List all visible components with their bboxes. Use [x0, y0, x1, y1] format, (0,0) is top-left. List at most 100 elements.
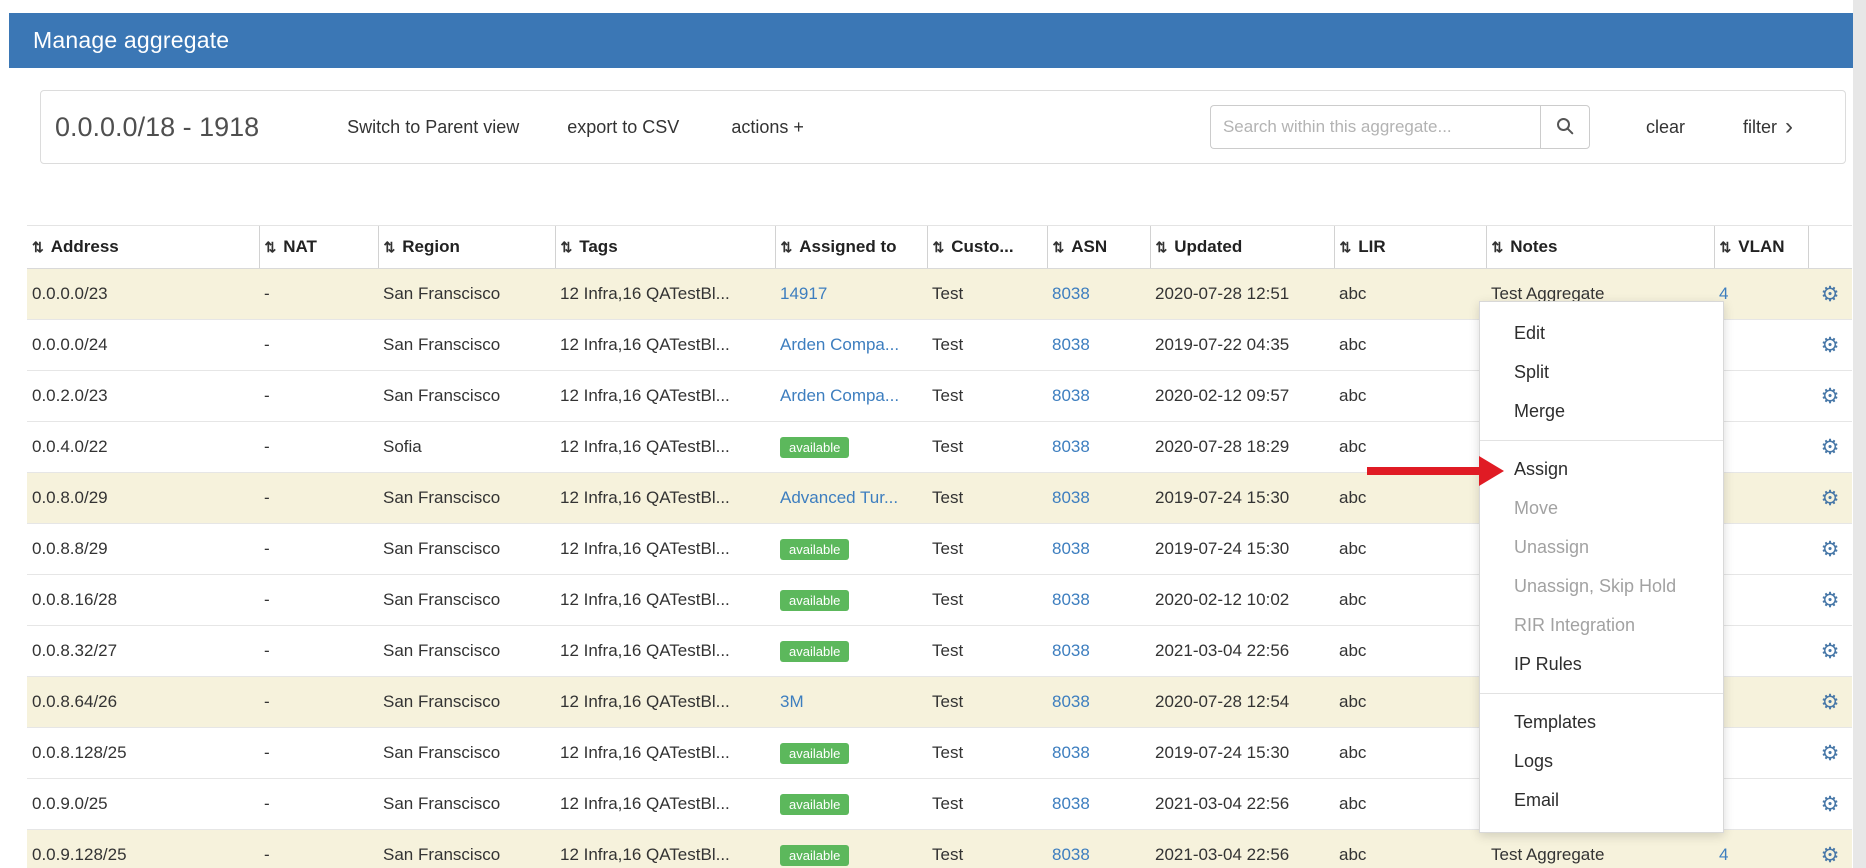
filter-link[interactable]: filter ›: [1743, 117, 1793, 138]
gear-icon[interactable]: ⚙: [1821, 385, 1840, 408]
gear-icon[interactable]: ⚙: [1821, 640, 1840, 663]
gear-icon[interactable]: ⚙: [1821, 793, 1840, 816]
asn-link[interactable]: 8038: [1052, 590, 1090, 609]
gear-icon[interactable]: ⚙: [1821, 436, 1840, 459]
column-header-custo[interactable]: ⇅Custo...: [927, 226, 1047, 269]
asn-cell: 8038: [1047, 575, 1150, 626]
column-label: Notes: [1510, 237, 1557, 256]
clear-link[interactable]: clear: [1646, 117, 1685, 138]
menu-item-email[interactable]: Email: [1480, 781, 1723, 820]
address-cell: 0.0.8.8/29: [27, 524, 259, 575]
asn-link[interactable]: 8038: [1052, 539, 1090, 558]
column-header-vlan[interactable]: ⇅VLAN: [1714, 226, 1808, 269]
page-header: Manage aggregate: [9, 13, 1853, 68]
customer-cell: Test: [927, 473, 1047, 524]
asn-link[interactable]: 8038: [1052, 488, 1090, 507]
table-row: 0.0.9.128/25-San Franscisco12 Infra,16 Q…: [27, 830, 1852, 868]
vlan-link[interactable]: 4: [1719, 845, 1728, 864]
menu-item-ip-rules[interactable]: IP Rules: [1480, 645, 1723, 684]
gear-icon[interactable]: ⚙: [1821, 742, 1840, 765]
address-cell: 0.0.8.0/29: [27, 473, 259, 524]
gear-icon[interactable]: ⚙: [1821, 589, 1840, 612]
gear-icon[interactable]: ⚙: [1821, 844, 1840, 867]
region-cell: San Franscisco: [378, 779, 555, 830]
actions-cell: ⚙: [1808, 524, 1852, 575]
assigned-link[interactable]: 3M: [780, 692, 804, 711]
tags-cell: 12 Infra,16 QATestBl...: [555, 677, 775, 728]
tags-cell: 12 Infra,16 QATestBl...: [555, 626, 775, 677]
column-header-address[interactable]: ⇅Address: [27, 226, 259, 269]
column-header-tags[interactable]: ⇅Tags: [555, 226, 775, 269]
region-cell: San Franscisco: [378, 473, 555, 524]
column-header-notes[interactable]: ⇅ Notes: [1486, 226, 1714, 269]
nat-cell: -: [259, 728, 378, 779]
asn-cell: 8038: [1047, 269, 1150, 320]
nat-cell: -: [259, 473, 378, 524]
address-cell: 0.0.8.128/25: [27, 728, 259, 779]
nat-cell: -: [259, 830, 378, 868]
nat-cell: -: [259, 422, 378, 473]
actions-menu-link[interactable]: actions +: [731, 117, 804, 138]
asn-link[interactable]: 8038: [1052, 335, 1090, 354]
lir-cell: abc: [1334, 371, 1486, 422]
asn-link[interactable]: 8038: [1052, 437, 1090, 456]
vlan-cell: [1714, 626, 1808, 677]
manage-aggregate-page: Manage aggregate 0.0.0.0/18 - 1918 Switc…: [0, 0, 1866, 868]
menu-item-edit[interactable]: Edit: [1480, 314, 1723, 353]
asn-link[interactable]: 8038: [1052, 794, 1090, 813]
column-header-nat[interactable]: ⇅NAT: [259, 226, 378, 269]
menu-item-merge[interactable]: Merge: [1480, 392, 1723, 431]
asn-link[interactable]: 8038: [1052, 692, 1090, 711]
menu-item-assign[interactable]: Assign: [1480, 450, 1723, 489]
gear-icon[interactable]: ⚙: [1821, 334, 1840, 357]
assign-arrow-icon: [1367, 467, 1479, 475]
assigned-link[interactable]: Advanced Tur...: [780, 488, 898, 507]
updated-cell: 2021-03-04 22:56: [1150, 779, 1334, 830]
vlan-cell: [1714, 575, 1808, 626]
search-input[interactable]: [1210, 105, 1540, 149]
updated-cell: 2020-02-12 10:02: [1150, 575, 1334, 626]
assigned-link[interactable]: 14917: [780, 284, 827, 303]
sort-icon: ⇅: [1492, 239, 1504, 255]
available-badge: available: [780, 794, 849, 815]
lir-cell: abc: [1334, 473, 1486, 524]
column-header-region[interactable]: ⇅Region: [378, 226, 555, 269]
column-label: Custo...: [951, 237, 1013, 256]
column-label: Tags: [579, 237, 617, 256]
sort-icon: ⇅: [1340, 239, 1352, 255]
menu-item-logs[interactable]: Logs: [1480, 742, 1723, 781]
column-header-updated[interactable]: ⇅Updated: [1150, 226, 1334, 269]
asn-link[interactable]: 8038: [1052, 743, 1090, 762]
assigned-cell: Arden Compa...: [775, 371, 927, 422]
menu-item-templates[interactable]: Templates: [1480, 703, 1723, 742]
sort-icon: ⇅: [781, 239, 793, 255]
search-icon: [1555, 116, 1575, 139]
search-button[interactable]: [1540, 105, 1590, 149]
sort-icon: ⇅: [1156, 239, 1168, 255]
assigned-link[interactable]: Arden Compa...: [780, 386, 899, 405]
actions-cell: ⚙: [1808, 677, 1852, 728]
assigned-link[interactable]: Arden Compa...: [780, 335, 899, 354]
lir-cell: abc: [1334, 779, 1486, 830]
column-header-lir[interactable]: ⇅LIR: [1334, 226, 1486, 269]
asn-link[interactable]: 8038: [1052, 641, 1090, 660]
asn-link[interactable]: 8038: [1052, 284, 1090, 303]
assign-arrow-head-icon: [1479, 456, 1504, 486]
gear-icon[interactable]: ⚙: [1821, 283, 1840, 306]
scrollbar[interactable]: [1853, 0, 1866, 868]
asn-cell: 8038: [1047, 626, 1150, 677]
customer-cell: Test: [927, 371, 1047, 422]
switch-parent-view-link[interactable]: Switch to Parent view: [347, 117, 519, 138]
column-header-asn[interactable]: ⇅ASN: [1047, 226, 1150, 269]
menu-item-split[interactable]: Split: [1480, 353, 1723, 392]
gear-icon[interactable]: ⚙: [1821, 538, 1840, 561]
assigned-cell: available: [775, 575, 927, 626]
export-csv-link[interactable]: export to CSV: [567, 117, 679, 138]
asn-link[interactable]: 8038: [1052, 386, 1090, 405]
asn-link[interactable]: 8038: [1052, 845, 1090, 864]
column-label: Address: [51, 237, 119, 256]
column-header-assigned-to[interactable]: ⇅Assigned to: [775, 226, 927, 269]
vlan-cell: [1714, 677, 1808, 728]
gear-icon[interactable]: ⚙: [1821, 487, 1840, 510]
gear-icon[interactable]: ⚙: [1821, 691, 1840, 714]
